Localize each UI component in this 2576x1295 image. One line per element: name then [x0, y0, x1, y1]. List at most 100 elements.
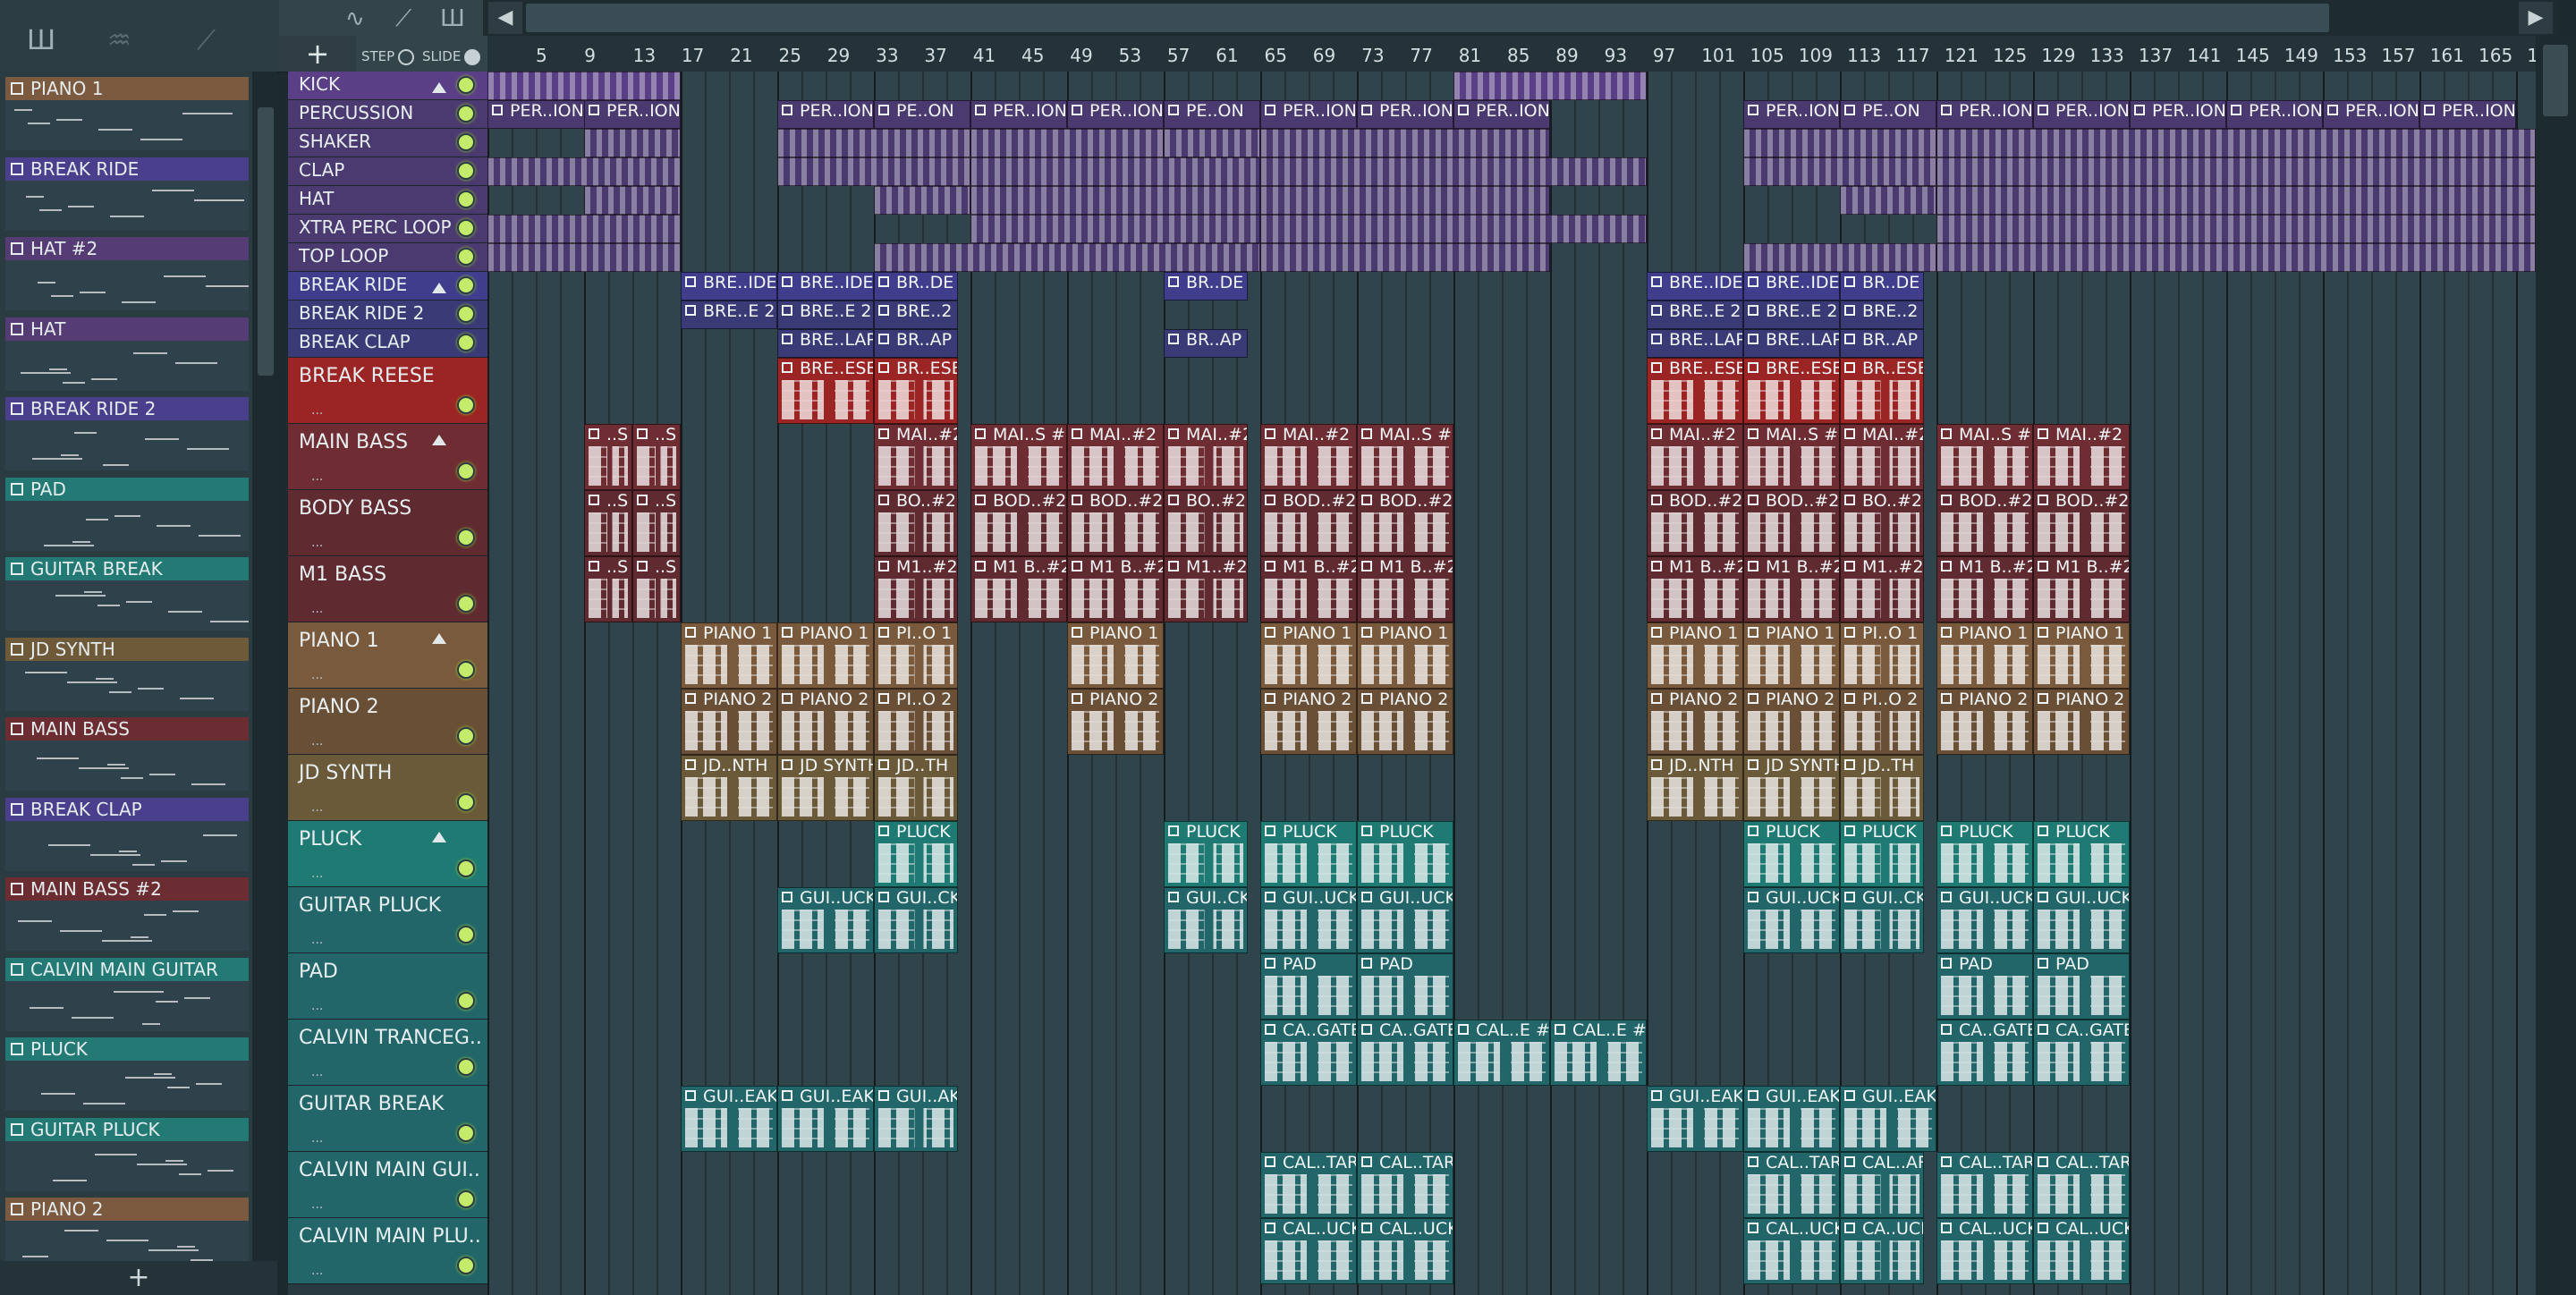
drum-clip[interactable] — [1936, 215, 2536, 243]
track-header[interactable]: CALVIN TRANCEG..... — [288, 1020, 487, 1086]
draw-tool-icon[interactable]: ∿ — [345, 5, 365, 32]
slide-radio[interactable] — [464, 48, 481, 65]
playlist-clip[interactable]: BOD..#2 — [1357, 490, 1453, 556]
drum-clip[interactable] — [1260, 186, 1550, 215]
playlist-clip[interactable]: ..S — [632, 424, 681, 490]
track-mute-led[interactable] — [457, 1124, 475, 1142]
playlist-clip[interactable]: PIANO 2 — [777, 689, 874, 755]
playlist-clip[interactable]: PIANO 2 — [1067, 689, 1164, 755]
picker-item[interactable]: JD SYNTH — [5, 637, 249, 711]
drum-clip[interactable] — [584, 186, 681, 215]
playlist-clip[interactable]: BRE..IDE — [1743, 272, 1840, 300]
playlist-clip[interactable]: PIANO 1 — [1743, 622, 1840, 689]
playlist-clip[interactable]: PIANO 2 — [2033, 689, 2130, 755]
picker-item[interactable]: PIANO 2 — [5, 1198, 249, 1261]
track-header[interactable]: CLAP — [288, 157, 487, 186]
playlist-clip[interactable]: PIANO 1 — [1647, 622, 1743, 689]
playlist-clip[interactable]: PIANO 2 — [1743, 689, 1840, 755]
playlist-clip[interactable]: GUI..CK — [1164, 887, 1248, 953]
track-header[interactable]: KICK — [288, 72, 487, 100]
playlist-clip[interactable]: JD..NTH — [1647, 755, 1743, 821]
playlist-clip[interactable]: MAI..#2 — [2033, 424, 2130, 490]
playlist-clip[interactable]: M1 B..#2 — [1647, 556, 1743, 622]
playlist-clip[interactable]: CA..UCK — [1840, 1218, 1924, 1284]
picker-item[interactable]: MAIN BASS — [5, 717, 249, 791]
track-header[interactable]: PAD... — [288, 953, 487, 1020]
playlist-clip[interactable]: PER..ION — [2130, 100, 2226, 129]
picker-add-button[interactable]: + — [0, 1261, 277, 1295]
track-mute-led[interactable] — [457, 162, 475, 180]
playlist-clip[interactable]: PAD — [1936, 953, 2033, 1020]
playlist-clip[interactable]: ..S — [584, 424, 632, 490]
track-header[interactable]: PERCUSSION — [288, 100, 487, 129]
playlist-clip[interactable]: GUI..UCK — [1743, 887, 1840, 953]
track-more-icon[interactable]: ... — [311, 602, 323, 616]
playlist-clip[interactable]: CAL..TAR — [1260, 1152, 1357, 1218]
playlist-clip[interactable]: PLUCK — [1936, 821, 2033, 887]
playlist-clip[interactable]: PLUCK — [1357, 821, 1453, 887]
playlist-clip[interactable]: PLUCK — [1164, 821, 1248, 887]
playlist-clip[interactable]: JD..NTH — [681, 755, 777, 821]
picker-item[interactable]: BREAK CLAP — [5, 797, 249, 871]
playlist-clip[interactable]: PIANO 1 — [1936, 622, 2033, 689]
playlist-clip[interactable]: PIANO 1 — [1357, 622, 1453, 689]
collapse-arrow-icon[interactable] — [432, 82, 446, 93]
playlist-clip[interactable]: MAI..#2 — [874, 424, 958, 490]
playlist-clip[interactable]: PI..O 1 — [874, 622, 958, 689]
playlist-clip[interactable]: BRE..E 2 — [681, 300, 777, 329]
playlist-clip[interactable]: PIANO 1 — [777, 622, 874, 689]
playlist-clip[interactable]: GUI..UCK — [1936, 887, 2033, 953]
track-header[interactable]: BREAK CLAP — [288, 329, 487, 358]
picker-item[interactable]: BREAK RIDE — [5, 157, 249, 231]
playlist-clip[interactable]: BOD..#2 — [1067, 490, 1164, 556]
playlist-clip[interactable]: BOD..#2 — [2033, 490, 2130, 556]
playlist-clip[interactable]: MAI..#2 — [1164, 424, 1248, 490]
playlist-clip[interactable]: BR..ESE — [874, 358, 958, 424]
drum-clip[interactable] — [970, 215, 1260, 243]
track-header[interactable]: BODY BASS... — [288, 490, 487, 556]
picker-item[interactable]: BREAK RIDE 2 — [5, 397, 249, 470]
automation-icon[interactable]: ⟋ — [197, 25, 216, 56]
playlist-clip[interactable]: CAL..E #2 — [1550, 1020, 1647, 1086]
playlist-clip[interactable]: PE..ON — [1164, 100, 1260, 129]
playlist-clip[interactable]: PE..ON — [874, 100, 970, 129]
track-mute-led[interactable] — [457, 727, 475, 745]
drum-clip[interactable] — [487, 72, 681, 100]
drum-clip[interactable] — [1260, 215, 1647, 243]
playlist-clip[interactable]: PE..ON — [1840, 100, 1936, 129]
track-header[interactable]: BREAK REESE... — [288, 358, 487, 424]
slice-tool-icon[interactable]: ⟋ — [395, 5, 411, 33]
step-toggle[interactable]: STEP — [361, 48, 415, 65]
playlist-clip[interactable]: BRE..LAP — [1647, 329, 1743, 358]
playlist-clip[interactable]: BOD..#2 — [1647, 490, 1743, 556]
track-mute-led[interactable] — [457, 76, 475, 94]
picker-item[interactable]: GUITAR BREAK — [5, 557, 249, 631]
playlist-clip[interactable]: PER..ION — [970, 100, 1067, 129]
playlist-clip[interactable]: PER..ION — [777, 100, 874, 129]
playlist-clip[interactable]: BRE..LAP — [1743, 329, 1840, 358]
track-header[interactable]: M1 BASS... — [288, 556, 487, 622]
picker-scroll-thumb[interactable] — [258, 107, 274, 376]
playlist-clip[interactable]: BO..#2 — [1840, 490, 1924, 556]
track-mute-led[interactable] — [457, 1257, 475, 1274]
track-header[interactable]: XTRA PERC LOOP — [288, 215, 487, 243]
track-header[interactable]: MAIN BASS... — [288, 424, 487, 490]
track-mute-led[interactable] — [457, 1190, 475, 1208]
drum-clip[interactable] — [1936, 243, 2536, 272]
playlist-clip[interactable]: BRE..E 2 — [1743, 300, 1840, 329]
playlist-clip[interactable]: PAD — [1260, 953, 1357, 1020]
scroll-left-button[interactable]: ◀ — [488, 2, 522, 34]
track-header[interactable]: GUITAR PLUCK... — [288, 887, 487, 953]
picker-item[interactable]: MAIN BASS #2 — [5, 877, 249, 951]
track-header[interactable]: PLUCK... — [288, 821, 487, 887]
track-more-icon[interactable]: ... — [311, 470, 323, 484]
track-mute-led[interactable] — [457, 248, 475, 266]
playlist-clip[interactable]: BR..DE — [874, 272, 958, 300]
playlist-clip[interactable]: MAI..#2 — [1260, 424, 1357, 490]
playlist-clip[interactable]: PER..ION — [2419, 100, 2516, 129]
track-mute-led[interactable] — [457, 595, 475, 613]
playlist-clip[interactable]: JD SYNTH — [777, 755, 874, 821]
playlist-clip[interactable]: BR..AP — [874, 329, 958, 358]
playlist-clip[interactable]: CAL..UCK — [1260, 1218, 1357, 1284]
playlist-clip[interactable]: BO..#2 — [874, 490, 958, 556]
